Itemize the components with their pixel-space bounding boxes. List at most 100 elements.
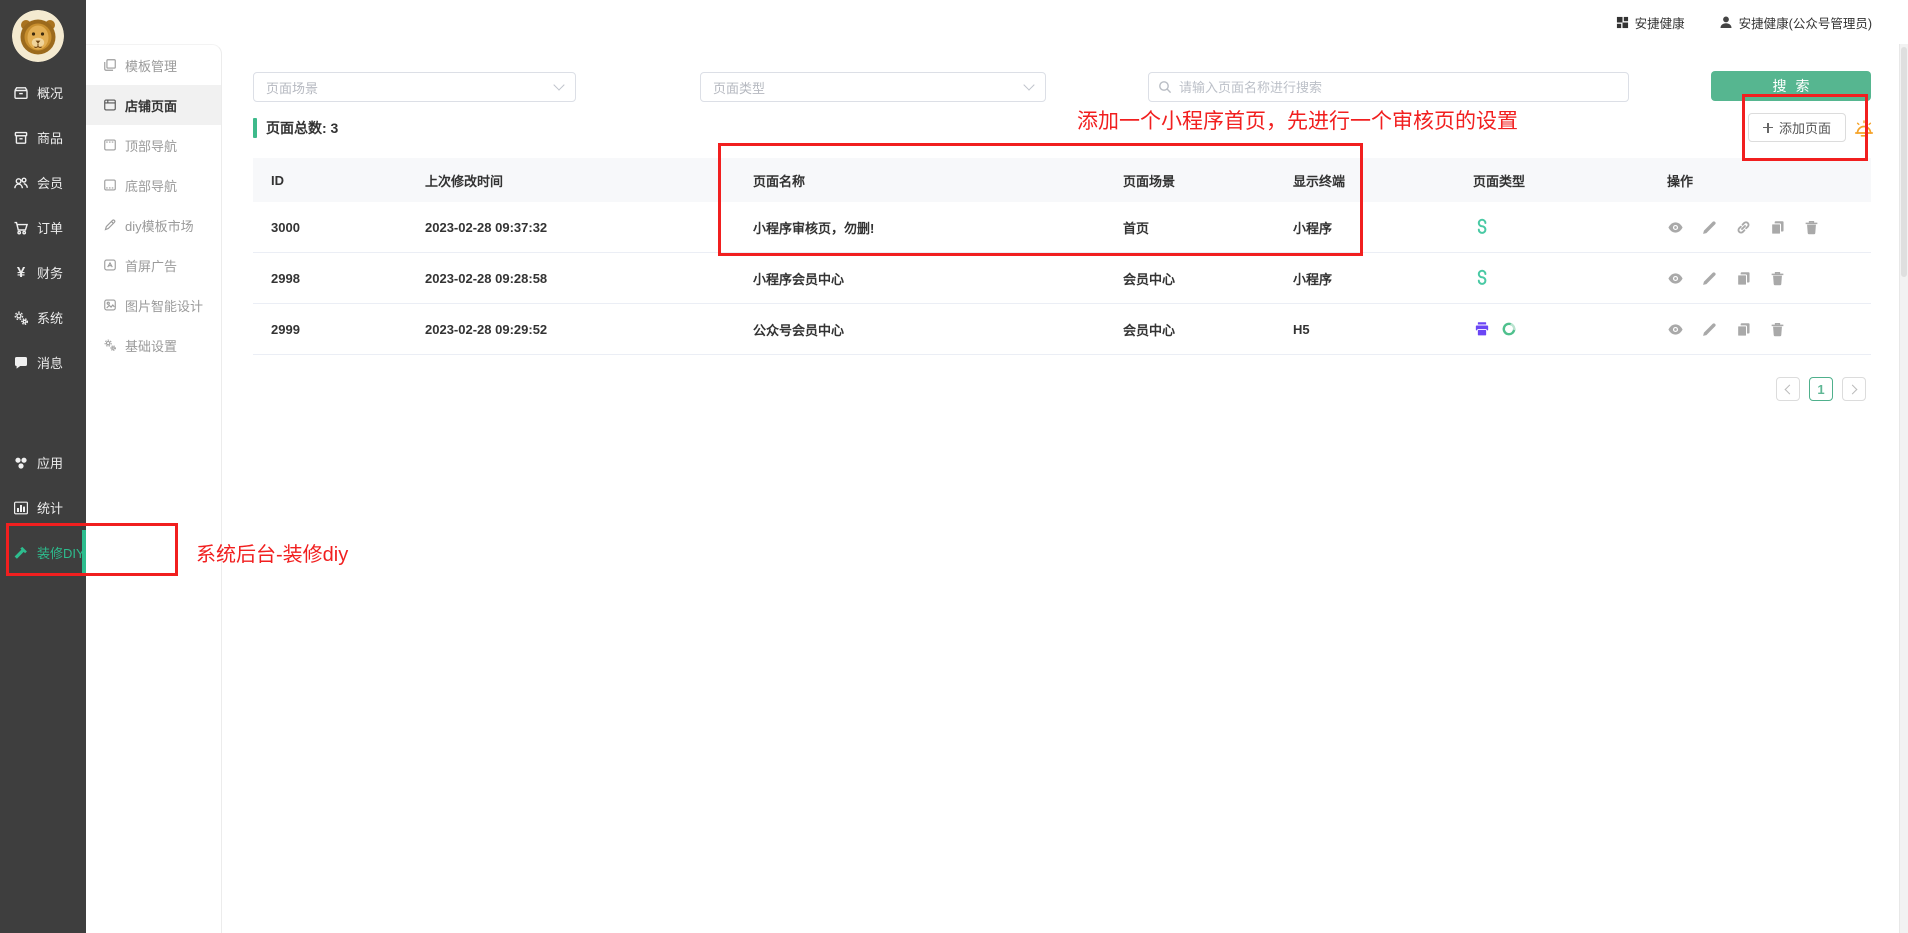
page-scene-select[interactable]: 页面场景 — [253, 72, 576, 102]
submenu-item-label: 店铺页面 — [125, 96, 177, 115]
cell-modified: 2023-02-28 09:29:52 — [425, 322, 753, 337]
table-row: 3000 2023-02-28 09:37:32 小程序审核页，勿删! 首页 小… — [253, 202, 1871, 253]
add-page-button[interactable]: 添加页面 — [1748, 113, 1846, 142]
sidebar-item-goods[interactable]: 商品 — [0, 115, 86, 160]
search-icon — [1158, 80, 1172, 94]
col-header-scene: 页面场景 — [1123, 171, 1293, 190]
sidebar-item-overview[interactable]: 概况 — [0, 70, 86, 115]
pagination: 1 — [1776, 377, 1866, 401]
delete-icon[interactable] — [1803, 219, 1820, 236]
members-icon — [13, 175, 29, 191]
cell-scene: 首页 — [1123, 218, 1293, 237]
sidebar-item-finance[interactable]: ¥ 财务 — [0, 250, 86, 295]
goods-icon — [13, 130, 29, 146]
message-icon — [13, 355, 29, 371]
total-row: 页面总数: 3 — [253, 118, 338, 138]
submenu-item-label: 底部导航 — [125, 176, 177, 195]
account-name: 安捷健康(公众号管理员) — [1739, 13, 1872, 32]
grid-icon — [1616, 16, 1629, 29]
sidebar-item-label: 消息 — [37, 353, 63, 372]
alarm-bell-icon[interactable] — [1853, 118, 1875, 140]
submenu-item-label: 顶部导航 — [125, 136, 177, 155]
sidebar-item-apps[interactable]: 应用 — [0, 440, 86, 485]
page-number-button[interactable]: 1 — [1809, 377, 1833, 401]
sidebar-item-label: 商品 — [37, 128, 63, 147]
col-header-modified: 上次修改时间 — [425, 171, 753, 190]
splash-ad-icon — [103, 258, 117, 272]
cell-modified: 2023-02-28 09:37:32 — [425, 220, 753, 235]
sidebar-item-members[interactable]: 会员 — [0, 160, 86, 205]
cell-actions — [1667, 219, 1871, 236]
account-menu[interactable]: 安捷健康(公众号管理员) — [1719, 13, 1872, 32]
submenu-item-template-manage[interactable]: 模板管理 — [86, 45, 221, 85]
table-row: 2998 2023-02-28 09:28:58 小程序会员中心 会员中心 小程… — [253, 253, 1871, 304]
cell-scene: 会员中心 — [1123, 320, 1293, 339]
table-row: 2999 2023-02-28 09:29:52 公众号会员中心 会员中心 H5 — [253, 304, 1871, 355]
search-input[interactable] — [1148, 72, 1629, 102]
decorate-icon — [13, 545, 29, 561]
system-icon — [13, 310, 29, 326]
stats-icon — [13, 500, 29, 516]
add-page-label: 添加页面 — [1779, 118, 1831, 137]
edit-icon[interactable] — [1701, 321, 1718, 338]
secondary-sidebar: 模板管理 店铺页面 顶部导航 底部导航 diy模板市场 — [86, 44, 222, 933]
cell-actions — [1667, 321, 1871, 338]
primary-sidebar: 概况 商品 会员 订单 ¥ — [0, 0, 86, 933]
delete-icon[interactable] — [1769, 270, 1786, 287]
sidebar-item-messages[interactable]: 消息 — [0, 340, 86, 385]
search-button[interactable]: 搜索 — [1711, 71, 1871, 101]
link-icon[interactable] — [1735, 219, 1752, 236]
submenu-item-splash-ad[interactable]: 首屏广告 — [86, 245, 221, 285]
chevron-down-icon — [553, 79, 564, 90]
submenu-item-label: diy模板市场 — [125, 216, 194, 235]
copy-icon[interactable] — [1735, 321, 1752, 338]
scrollbar-thumb[interactable] — [1901, 47, 1907, 277]
merchant-switcher[interactable]: 安捷健康 — [1616, 13, 1685, 32]
submenu-item-shop-pages[interactable]: 店铺页面 — [86, 85, 221, 125]
pages-table: ID 上次修改时间 页面名称 页面场景 显示终端 页面类型 操作 3000 20… — [253, 158, 1871, 355]
submenu-item-top-nav[interactable]: 顶部导航 — [86, 125, 221, 165]
cell-page-type — [1473, 218, 1667, 236]
submenu-item-diy-market[interactable]: diy模板市场 — [86, 205, 221, 245]
view-icon[interactable] — [1667, 321, 1684, 338]
col-header-terminal: 显示终端 — [1293, 171, 1473, 190]
edit-icon[interactable] — [1701, 270, 1718, 287]
search-field-wrap — [1148, 72, 1629, 102]
user-icon — [1719, 15, 1733, 29]
view-icon[interactable] — [1667, 270, 1684, 287]
delete-icon[interactable] — [1769, 321, 1786, 338]
edit-icon[interactable] — [1701, 219, 1718, 236]
copy-icon[interactable] — [1769, 219, 1786, 236]
official-account-icon — [1473, 320, 1491, 338]
view-icon[interactable] — [1667, 219, 1684, 236]
sidebar-item-stats[interactable]: 统计 — [0, 485, 86, 530]
template-manage-icon — [103, 58, 117, 72]
sidebar-item-decorate-diy[interactable]: 装修DIY — [0, 530, 86, 575]
page-type-select[interactable]: 页面类型 — [700, 72, 1046, 102]
sidebar-item-orders[interactable]: 订单 — [0, 205, 86, 250]
next-page-button[interactable] — [1842, 377, 1866, 401]
shop-page-icon — [103, 98, 117, 112]
chevron-down-icon — [1023, 79, 1034, 90]
lion-logo-icon — [12, 10, 64, 62]
submenu-item-label: 基础设置 — [125, 336, 177, 355]
cell-modified: 2023-02-28 09:28:58 — [425, 271, 753, 286]
sidebar-item-label: 概况 — [37, 83, 63, 102]
col-header-name: 页面名称 — [753, 171, 1123, 190]
prev-page-button[interactable] — [1776, 377, 1800, 401]
diy-market-icon — [103, 218, 117, 232]
cell-name: 小程序会员中心 — [753, 269, 1123, 288]
smart-design-icon — [103, 298, 117, 312]
copy-icon[interactable] — [1735, 270, 1752, 287]
vertical-scrollbar[interactable] — [1899, 44, 1908, 933]
submenu-item-smart-design[interactable]: 图片智能设计 — [86, 285, 221, 325]
cell-name: 公众号会员中心 — [753, 320, 1123, 339]
sidebar-item-label: 系统 — [37, 308, 63, 327]
submenu-item-basic-settings[interactable]: 基础设置 — [86, 325, 221, 365]
brand-logo[interactable] — [12, 10, 64, 62]
sidebar-item-system[interactable]: 系统 — [0, 295, 86, 340]
cell-actions — [1667, 270, 1871, 287]
col-header-actions: 操作 — [1667, 171, 1871, 190]
col-header-type: 页面类型 — [1473, 171, 1667, 190]
submenu-item-bottom-nav[interactable]: 底部导航 — [86, 165, 221, 205]
